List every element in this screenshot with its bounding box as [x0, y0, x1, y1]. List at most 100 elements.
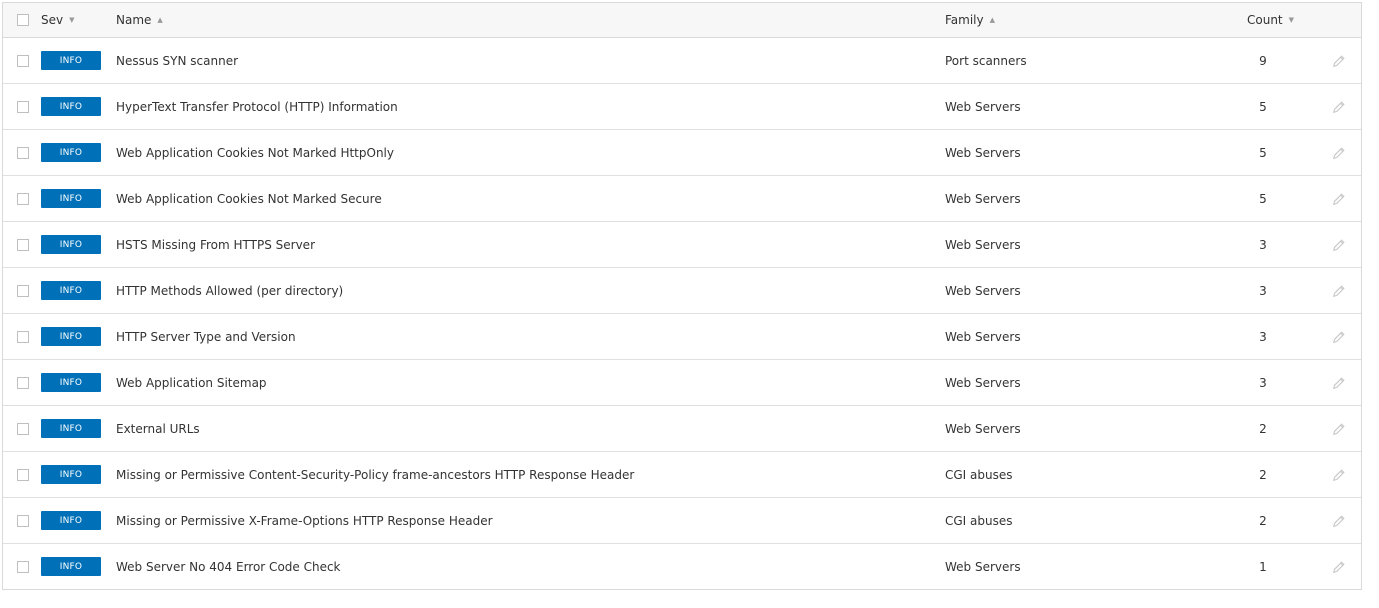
plugin-name[interactable]: HSTS Missing From HTTPS Server — [116, 238, 315, 252]
plugin-name[interactable]: HyperText Transfer Protocol (HTTP) Infor… — [116, 100, 398, 114]
pencil-icon[interactable] — [1332, 422, 1346, 436]
row-checkbox[interactable] — [17, 376, 29, 389]
count-cell: 2 — [1223, 452, 1303, 497]
plugin-name[interactable]: External URLs — [116, 422, 200, 436]
pencil-icon[interactable] — [1332, 54, 1346, 68]
plugin-name-cell: Web Application Sitemap — [116, 360, 267, 405]
pencil-icon[interactable] — [1332, 468, 1346, 482]
plugin-name-cell: HTTP Server Type and Version — [116, 314, 296, 359]
plugin-name-cell: HTTP Methods Allowed (per directory) — [116, 268, 343, 313]
plugin-name[interactable]: Missing or Permissive X-Frame-Options HT… — [116, 514, 493, 528]
plugin-name-cell: Nessus SYN scanner — [116, 38, 238, 83]
pencil-icon[interactable] — [1332, 514, 1346, 528]
plugin-family: Web Servers — [945, 375, 1021, 390]
plugin-name-cell: Missing or Permissive X-Frame-Options HT… — [116, 498, 493, 543]
plugin-name[interactable]: Missing or Permissive Content-Security-P… — [116, 468, 634, 482]
table-row[interactable]: INFO Missing or Permissive X-Frame-Optio… — [3, 498, 1361, 544]
pencil-icon[interactable] — [1332, 330, 1346, 344]
plugin-family-cell: Web Servers — [945, 84, 1021, 129]
plugin-family-cell: Web Servers — [945, 360, 1021, 405]
plugin-name[interactable]: Web Application Cookies Not Marked Secur… — [116, 192, 382, 206]
plugin-count: 2 — [1259, 421, 1267, 436]
plugin-name[interactable]: HTTP Server Type and Version — [116, 330, 296, 344]
row-checkbox[interactable] — [17, 238, 29, 251]
table-row[interactable]: INFO Web Application Cookies Not Marked … — [3, 130, 1361, 176]
table-row[interactable]: INFO External URLs Web Servers 2 — [3, 406, 1361, 452]
severity-badge: INFO — [41, 143, 101, 162]
plugin-name[interactable]: Web Application Cookies Not Marked HttpO… — [116, 146, 394, 160]
row-select-cell — [17, 222, 31, 267]
table-row[interactable]: INFO Nessus SYN scanner Port scanners 9 — [3, 38, 1361, 84]
row-checkbox[interactable] — [17, 192, 29, 205]
sort-desc-icon: ▼ — [69, 16, 75, 24]
plugin-name-cell: Missing or Permissive Content-Security-P… — [116, 452, 634, 497]
count-cell: 3 — [1223, 268, 1303, 313]
pencil-icon[interactable] — [1332, 560, 1346, 574]
pencil-icon[interactable] — [1332, 100, 1346, 114]
row-checkbox[interactable] — [17, 330, 29, 343]
select-all-checkbox[interactable] — [17, 14, 29, 26]
count-header-label: Count — [1247, 13, 1283, 27]
plugin-count: 5 — [1259, 99, 1267, 114]
plugin-family: Web Servers — [945, 237, 1021, 252]
table-row[interactable]: INFO Web Application Cookies Not Marked … — [3, 176, 1361, 222]
pencil-icon[interactable] — [1332, 192, 1346, 206]
row-checkbox[interactable] — [17, 422, 29, 435]
pencil-icon[interactable] — [1332, 284, 1346, 298]
table-row[interactable]: INFO Web Server No 404 Error Code Check … — [3, 544, 1361, 589]
count-cell: 5 — [1223, 130, 1303, 175]
severity-cell: INFO — [41, 84, 101, 129]
pencil-icon[interactable] — [1332, 376, 1346, 390]
plugin-name[interactable]: Nessus SYN scanner — [116, 54, 238, 68]
count-cell: 2 — [1223, 498, 1303, 543]
plugin-family-cell: Web Servers — [945, 314, 1021, 359]
plugin-family: Port scanners — [945, 53, 1027, 68]
plugin-name[interactable]: Web Application Sitemap — [116, 376, 267, 390]
row-checkbox[interactable] — [17, 100, 29, 113]
row-select-cell — [17, 314, 31, 359]
severity-cell: INFO — [41, 498, 101, 543]
edit-cell — [1329, 314, 1349, 359]
table-row[interactable]: INFO HSTS Missing From HTTPS Server Web … — [3, 222, 1361, 268]
name-column-header[interactable]: Name ▲ — [116, 3, 163, 37]
severity-cell: INFO — [41, 222, 101, 267]
sort-desc-icon: ▼ — [1288, 16, 1295, 24]
row-checkbox[interactable] — [17, 54, 29, 67]
plugin-name-cell: HyperText Transfer Protocol (HTTP) Infor… — [116, 84, 398, 129]
pencil-icon[interactable] — [1332, 146, 1346, 160]
severity-cell: INFO — [41, 268, 101, 313]
row-checkbox[interactable] — [17, 468, 29, 481]
severity-cell: INFO — [41, 314, 101, 359]
table-row[interactable]: INFO HTTP Server Type and Version Web Se… — [3, 314, 1361, 360]
plugin-name[interactable]: HTTP Methods Allowed (per directory) — [116, 284, 343, 298]
row-checkbox[interactable] — [17, 284, 29, 297]
row-checkbox[interactable] — [17, 560, 29, 573]
count-column-header[interactable]: Count ▼ — [1247, 3, 1294, 37]
sev-header-label: Sev — [41, 13, 64, 27]
pencil-icon[interactable] — [1332, 238, 1346, 252]
plugin-name[interactable]: Web Server No 404 Error Code Check — [116, 560, 341, 574]
table-row[interactable]: INFO HyperText Transfer Protocol (HTTP) … — [3, 84, 1361, 130]
family-column-header[interactable]: Family ▲ — [945, 3, 995, 37]
plugin-family: Web Servers — [945, 329, 1021, 344]
table-row[interactable]: INFO Web Application Sitemap Web Servers… — [3, 360, 1361, 406]
edit-cell — [1329, 452, 1349, 497]
row-checkbox[interactable] — [17, 514, 29, 527]
count-cell: 3 — [1223, 222, 1303, 267]
table-row[interactable]: INFO HTTP Methods Allowed (per directory… — [3, 268, 1361, 314]
sev-column-header[interactable]: Sev ▼ — [41, 3, 75, 37]
row-select-cell — [17, 84, 31, 129]
severity-badge: INFO — [41, 327, 101, 346]
row-checkbox[interactable] — [17, 146, 29, 159]
plugin-family-cell: Port scanners — [945, 38, 1027, 83]
edit-cell — [1329, 84, 1349, 129]
plugin-family: Web Servers — [945, 191, 1021, 206]
table-row[interactable]: INFO Missing or Permissive Content-Secur… — [3, 452, 1361, 498]
edit-cell — [1329, 360, 1349, 405]
edit-cell — [1329, 544, 1349, 589]
severity-badge: INFO — [41, 97, 101, 116]
plugins-table: Sev ▼ Name ▲ Family ▲ Count ▼ INFO Nessu… — [2, 2, 1362, 590]
plugin-family-cell: Web Servers — [945, 406, 1021, 451]
plugin-count: 5 — [1259, 191, 1267, 206]
row-select-cell — [17, 268, 31, 313]
